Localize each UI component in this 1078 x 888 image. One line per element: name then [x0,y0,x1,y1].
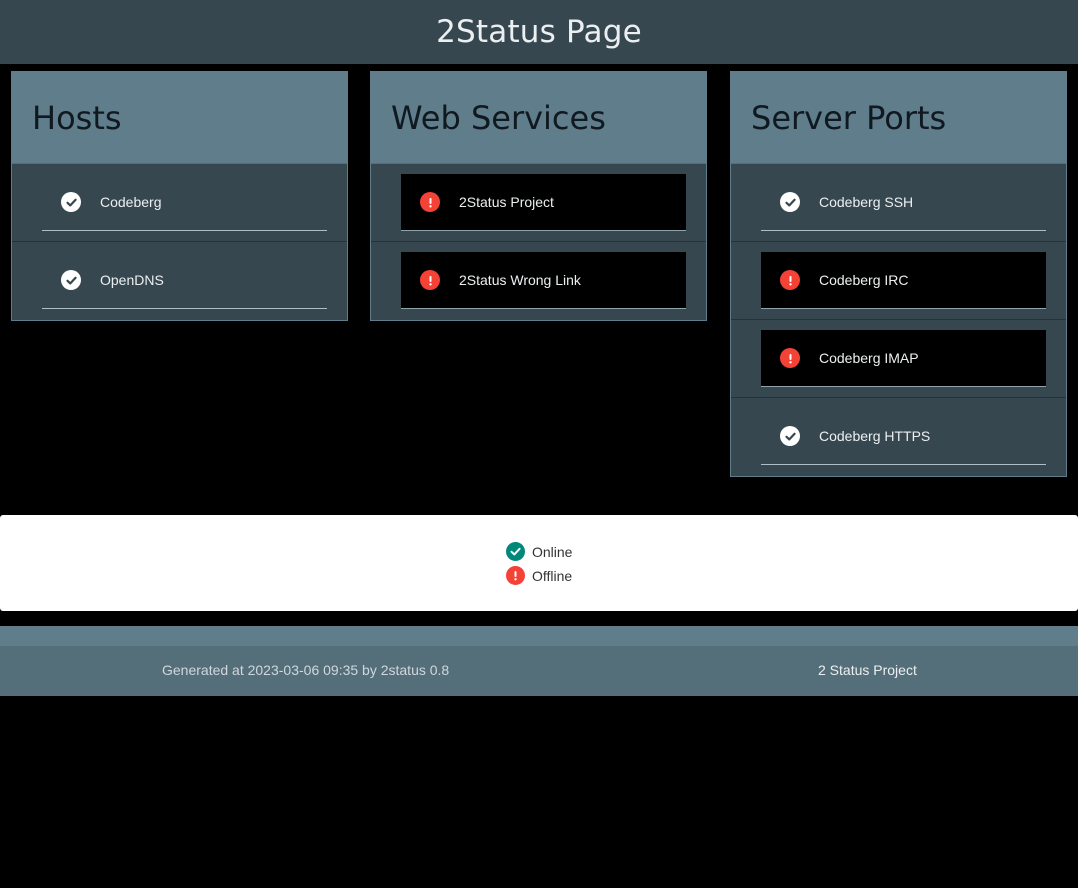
service-row[interactable]: 2Status Project [401,174,686,231]
project-link[interactable]: 2 Status Project [818,662,917,678]
legend-offline: Offline [506,566,572,585]
card-header: Hosts [12,72,347,164]
status-card: Web Services 2Status Project 2Status Wrong… [370,71,707,321]
page-header: 2Status Page [0,0,1078,64]
check-circle-icon [780,192,800,212]
status-card: Server Ports Codeberg SSH Codeberg IRC Code… [730,71,1067,477]
footer: Generated at 2023-03-06 09:35 by 2status… [0,626,1078,696]
legend-offline-label: Offline [532,567,573,584]
service-item: Codeberg SSH [731,164,1066,242]
service-row[interactable]: 2Status Wrong Link [401,252,686,309]
card-title: Web Services [391,98,606,137]
service-item: OpenDNS [12,242,347,320]
service-label: Codeberg HTTPS [819,428,931,444]
service-item: 2Status Wrong Link [371,242,706,320]
service-item: 2Status Project [371,164,706,242]
card-header: Server Ports [731,72,1066,164]
service-row[interactable]: Codeberg IRC [761,252,1046,309]
exclamation-circle-icon [780,348,800,368]
check-circle-icon [61,192,81,212]
check-circle-icon [61,270,81,290]
check-circle-icon [506,542,525,561]
service-label: Codeberg IMAP [819,350,919,366]
status-card: Hosts Codeberg OpenDNS [11,71,348,321]
page-title: 2Status Page [436,14,642,50]
service-item: Codeberg HTTPS [731,398,1066,476]
service-item: Codeberg IRC [731,242,1066,320]
generated-text: Generated at 2023-03-06 09:35 by 2status… [162,662,450,678]
service-label: 2Status Project [459,194,554,210]
exclamation-circle-icon [420,270,440,290]
footer-band [0,626,1078,646]
service-row[interactable]: Codeberg SSH [761,174,1046,231]
legend-online: Online [506,542,572,561]
service-row[interactable]: Codeberg [42,174,327,231]
card-title: Server Ports [751,98,947,137]
check-circle-icon [780,426,800,446]
exclamation-circle-icon [780,270,800,290]
service-row[interactable]: Codeberg HTTPS [761,408,1046,465]
service-item: Codeberg [12,164,347,242]
legend-online-label: Online [532,543,573,560]
service-item: Codeberg IMAP [731,320,1066,398]
service-label: Codeberg SSH [819,194,914,210]
exclamation-circle-icon [420,192,440,212]
card-header: Web Services [371,72,706,164]
service-row[interactable]: OpenDNS [42,252,327,309]
service-label: 2Status Wrong Link [459,272,581,288]
service-label: Codeberg [100,194,162,210]
exclamation-circle-icon [506,566,525,585]
service-label: Codeberg IRC [819,272,909,288]
service-label: OpenDNS [100,272,164,288]
legend: Online Offline [0,515,1078,611]
service-row[interactable]: Codeberg IMAP [761,330,1046,387]
card-title: Hosts [32,98,122,137]
